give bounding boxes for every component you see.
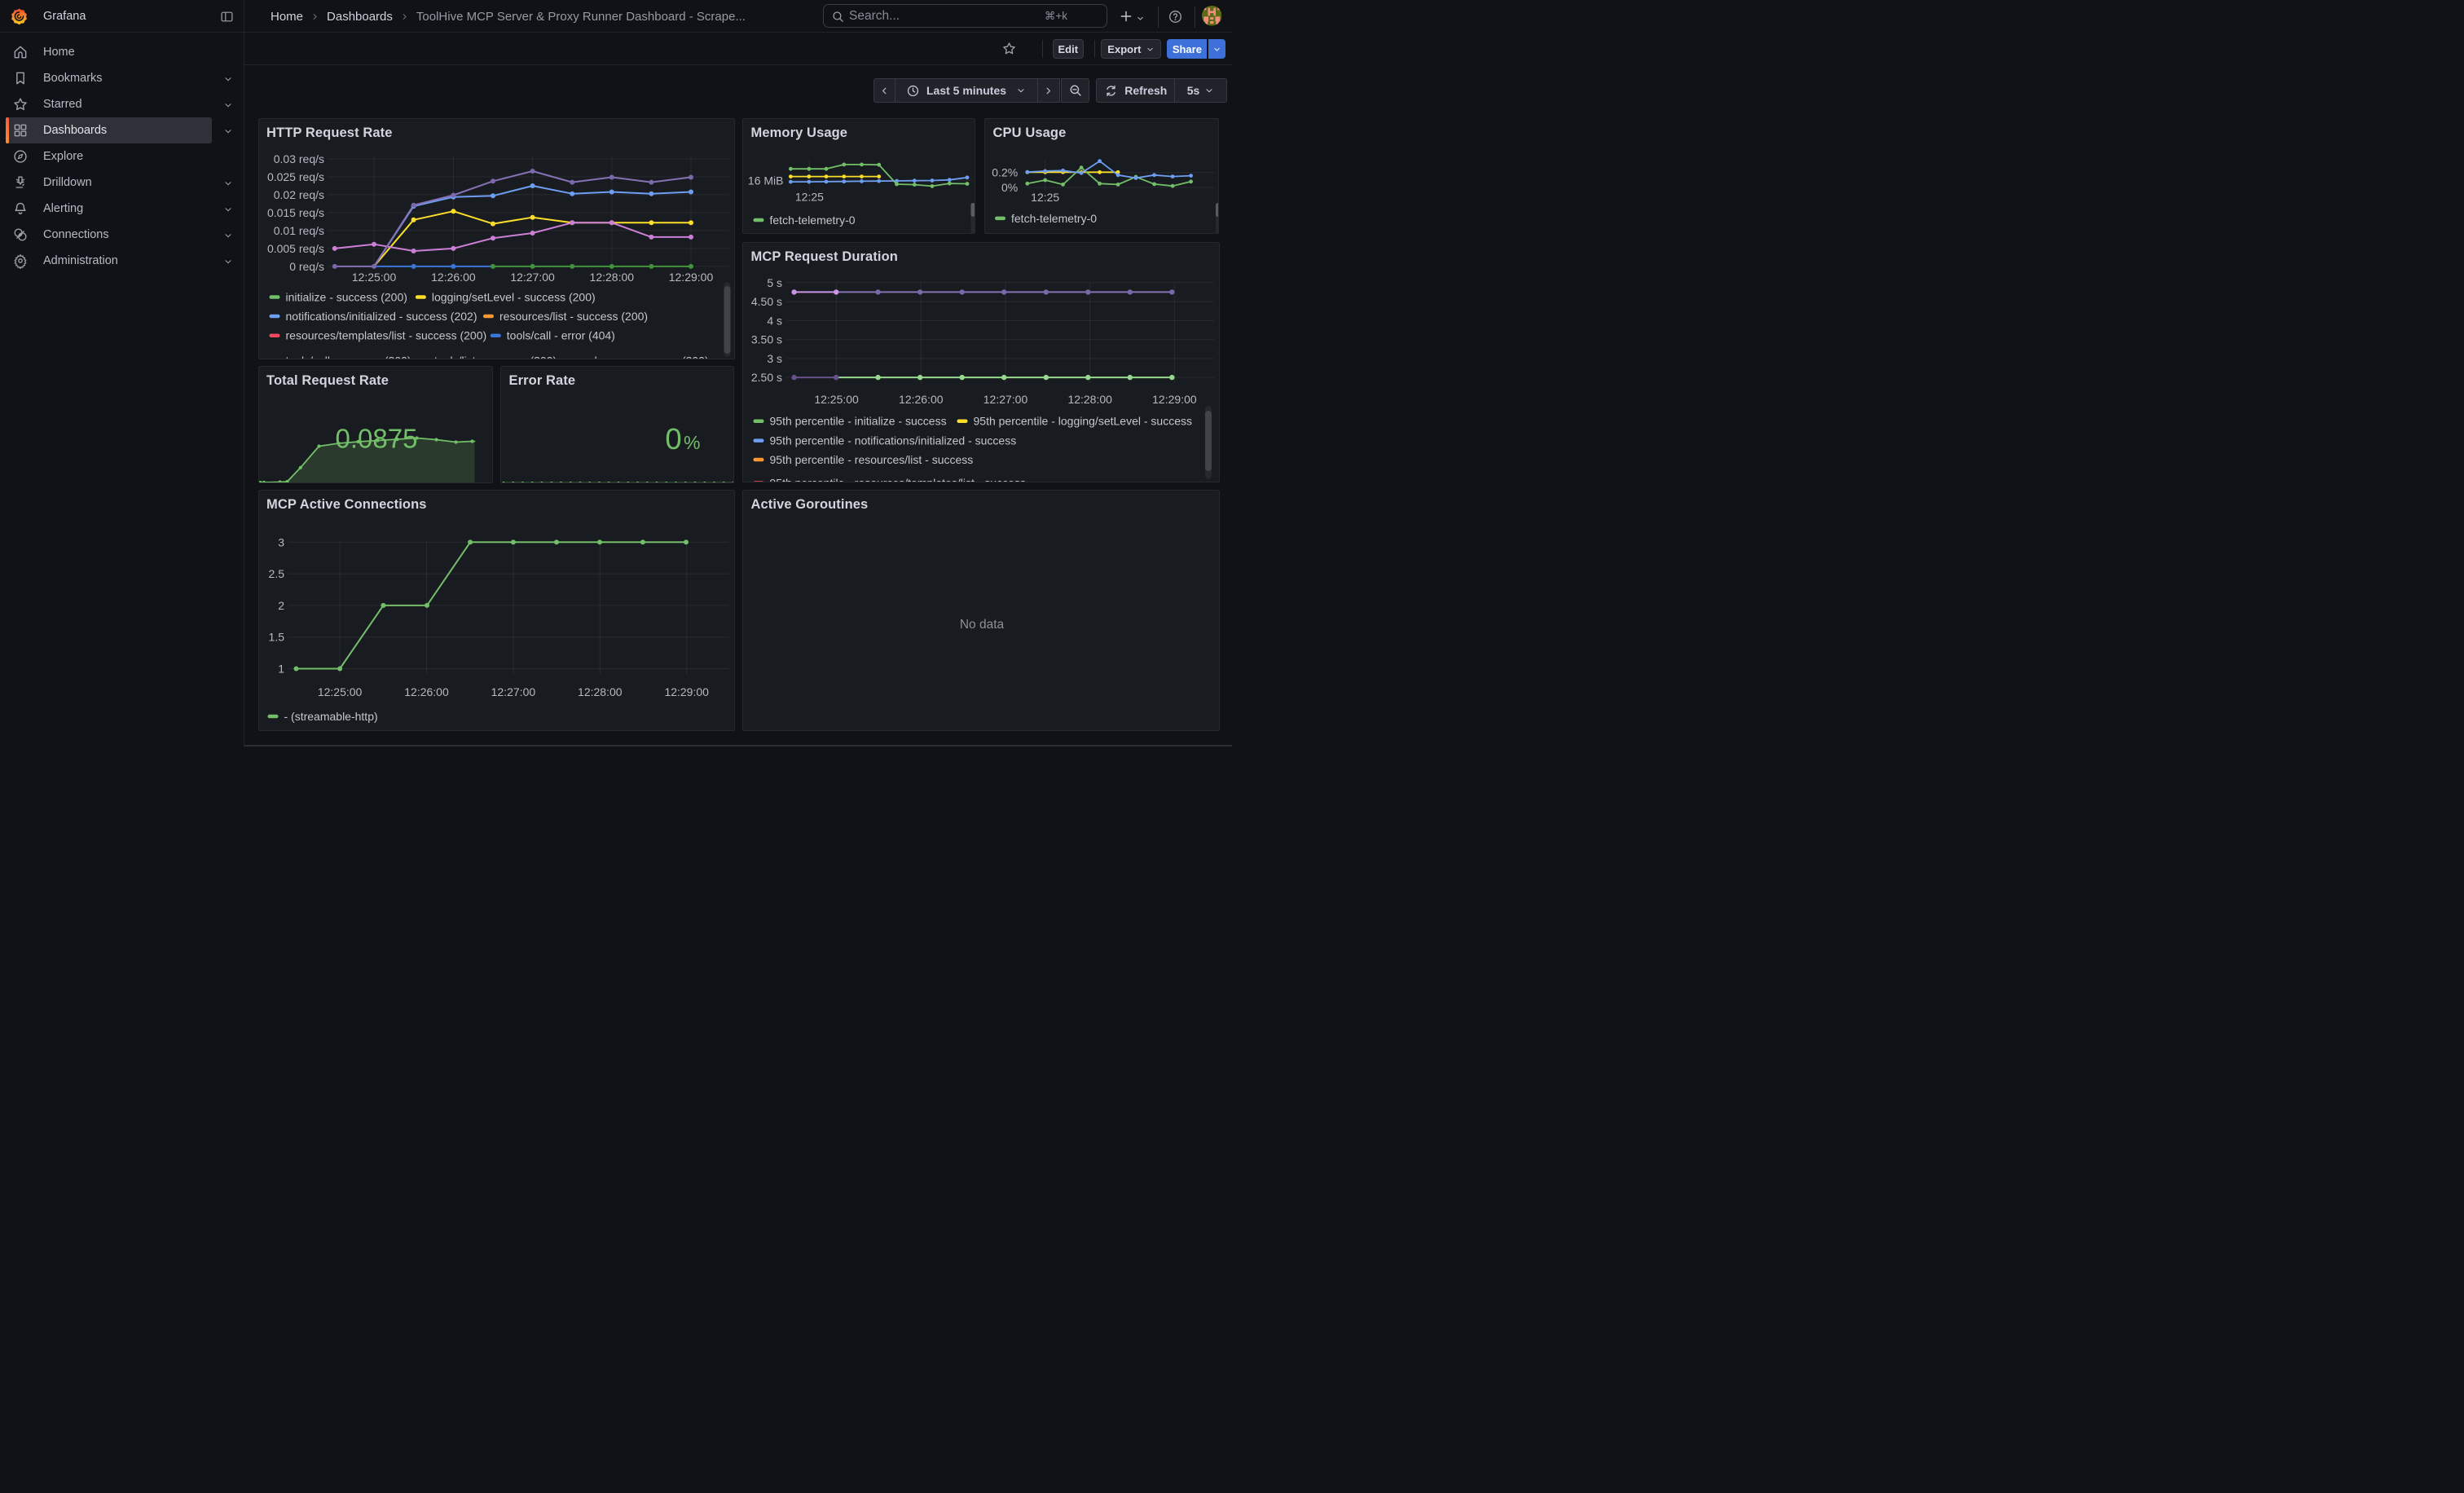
svg-text:%: % <box>684 432 700 453</box>
svg-text:12:25:00: 12:25:00 <box>814 393 859 406</box>
svg-text:2.50 s: 2.50 s <box>751 371 782 384</box>
svg-text:fetch-telemetry-0: fetch-telemetry-0 <box>770 214 856 227</box>
svg-text:95th percentile - initialize -: 95th percentile - initialize - success <box>770 415 947 428</box>
svg-text:0: 0 <box>665 422 681 456</box>
svg-text:12:26:00: 12:26:00 <box>899 393 944 406</box>
svg-text:95th percentile - logging/setL: 95th percentile - logging/setLevel - suc… <box>974 415 1192 428</box>
svg-text:logging/setLevel - success (20: logging/setLevel - success (200) <box>431 291 595 304</box>
svg-text:4 s: 4 s <box>767 315 782 328</box>
svg-text:95th percentile - resources/li: 95th percentile - resources/list - succe… <box>770 453 974 466</box>
svg-text:12:26:00: 12:26:00 <box>431 271 476 284</box>
svg-text:12:27:00: 12:27:00 <box>983 393 1028 406</box>
svg-text:tools/call - error (404): tools/call - error (404) <box>506 329 614 342</box>
svg-text:1: 1 <box>278 663 284 676</box>
svg-text:tools/call - success (200): tools/call - success (200) <box>285 355 411 360</box>
svg-text:12:25:00: 12:25:00 <box>317 685 362 698</box>
svg-text:notifications/initialized - su: notifications/initialized - success (202… <box>285 310 477 323</box>
svg-text:12:29:00: 12:29:00 <box>1152 393 1197 406</box>
svg-text:resources/templates/list - suc: resources/templates/list - success (200) <box>285 329 486 342</box>
svg-text:12:27:00: 12:27:00 <box>491 685 535 698</box>
svg-text:12:28:00: 12:28:00 <box>1067 393 1112 406</box>
svg-text:5 s: 5 s <box>767 276 782 289</box>
svg-text:12:29:00: 12:29:00 <box>668 271 713 284</box>
svg-text:initialize - success (200): initialize - success (200) <box>285 291 407 304</box>
svg-text:12:28:00: 12:28:00 <box>589 271 634 284</box>
svg-text:12:25: 12:25 <box>795 191 824 204</box>
svg-text:12:25: 12:25 <box>1031 191 1059 204</box>
svg-text:0.2%: 0.2% <box>992 166 1018 179</box>
svg-text:0.01 req/s: 0.01 req/s <box>273 224 323 237</box>
svg-text:12:29:00: 12:29:00 <box>664 685 709 698</box>
svg-text:2.5: 2.5 <box>268 567 284 580</box>
svg-text:3: 3 <box>278 535 284 548</box>
svg-text:0 req/s: 0 req/s <box>289 260 324 273</box>
svg-text:unknown - success (200): unknown - success (200) <box>582 355 709 360</box>
svg-text:fetch-telemetry-0: fetch-telemetry-0 <box>1011 212 1097 225</box>
svg-text:- (streamable-http): - (streamable-http) <box>284 710 377 723</box>
svg-text:0%: 0% <box>1001 181 1018 194</box>
svg-text:95th percentile - resources/te: 95th percentile - resources/templates/li… <box>770 476 1026 482</box>
svg-text:12:25:00: 12:25:00 <box>351 271 396 284</box>
svg-text:16 MiB: 16 MiB <box>748 174 784 187</box>
svg-text:12:26:00: 12:26:00 <box>404 685 449 698</box>
svg-text:0.005 req/s: 0.005 req/s <box>266 242 323 255</box>
svg-text:95th percentile - notification: 95th percentile - notifications/initiali… <box>770 434 1017 447</box>
svg-text:0.02 req/s: 0.02 req/s <box>273 188 323 201</box>
svg-text:0.03 req/s: 0.03 req/s <box>273 152 323 165</box>
svg-text:resources/list - success (200): resources/list - success (200) <box>499 310 648 323</box>
svg-text:0.0875: 0.0875 <box>335 424 417 454</box>
svg-text:tools/list - success (200): tools/list - success (200) <box>434 355 557 360</box>
svg-text:4.50 s: 4.50 s <box>751 295 782 308</box>
svg-text:12:28:00: 12:28:00 <box>578 685 623 698</box>
svg-text:3.50 s: 3.50 s <box>751 333 782 346</box>
svg-text:0.025 req/s: 0.025 req/s <box>266 170 323 183</box>
svg-text:3 s: 3 s <box>767 352 782 365</box>
svg-text:1.5: 1.5 <box>268 631 284 644</box>
svg-text:12:27:00: 12:27:00 <box>510 271 555 284</box>
svg-text:0.015 req/s: 0.015 req/s <box>266 206 323 219</box>
svg-text:2: 2 <box>278 599 284 612</box>
